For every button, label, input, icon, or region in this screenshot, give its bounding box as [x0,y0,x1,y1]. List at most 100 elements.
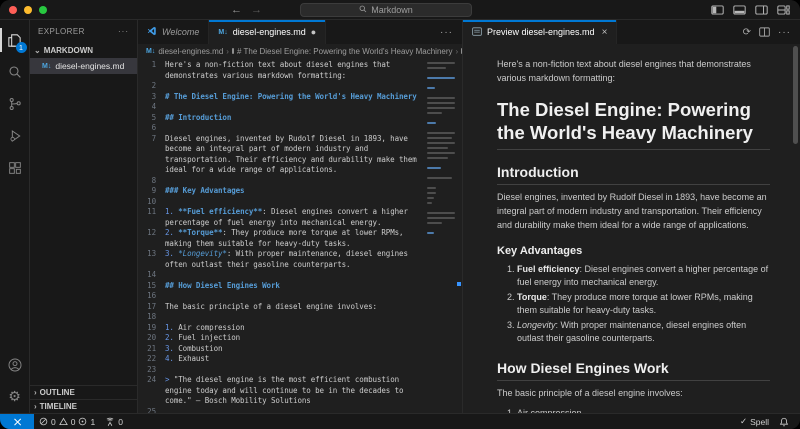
ports-indicator[interactable]: 0 [100,414,128,429]
close-tab-icon[interactable]: × [602,27,608,38]
editor-line[interactable]: 4 [138,102,426,113]
preview-h2: Introduction [497,164,770,185]
editor-line[interactable]: 23 [138,365,426,376]
customize-layout-icon[interactable] [777,5,790,15]
editor-line[interactable]: 25 [138,407,426,414]
editor-line[interactable]: 7Diesel engines, invented by Rudolf Dies… [138,134,426,176]
breadcrumb-symbol[interactable]: # The Diesel Engine: Powering the World'… [237,47,453,56]
line-text: > "The diesel engine is the most efficie… [165,375,426,407]
preview-scrollbar[interactable] [793,46,798,144]
folder-markdown[interactable]: ⌄ MARKDOWN [30,42,137,58]
editor-line[interactable]: 202. Fuel injection [138,333,426,344]
editor-line[interactable]: 10 [138,197,426,208]
symbol-icon [232,48,234,54]
line-text: 3. *Longevity*: With proper maintenance,… [165,249,426,270]
close-window-button[interactable] [9,6,17,14]
run-debug-icon[interactable] [0,120,30,152]
editor-line[interactable]: 14 [138,270,426,281]
refresh-preview-icon[interactable]: ⟳ [743,27,751,38]
vscode-logo-icon [147,26,157,38]
workbench: 1 ⚙ EXPLORER ··· [0,20,800,413]
line-number: 23 [138,365,165,376]
editor-line[interactable]: 18 [138,312,426,323]
editor-tab-bar: Welcome M↓ diesel-engines.md ● ··· [138,20,462,44]
editor-line[interactable]: 3# The Diesel Engine: Powering the World… [138,92,426,103]
file-item-label: diesel-engines.md [55,61,124,71]
editor-line[interactable]: 122. **Torque**: They produce more torqu… [138,228,426,249]
breadcrumb-separator: › [226,47,229,56]
layout-controls [711,0,790,20]
tab-diesel-engines[interactable]: M↓ diesel-engines.md ● [209,20,326,44]
editor-line[interactable]: 224. Exhaust [138,354,426,365]
markdown-preview-content: Here's a non-fiction text about diesel e… [463,44,800,413]
markdown-file-icon: M↓ [42,63,51,70]
tab-welcome[interactable]: Welcome [138,20,209,44]
line-text: # The Diesel Engine: Powering the World'… [165,92,426,103]
explorer-icon[interactable]: 1 [0,24,30,56]
notifications-bell[interactable] [774,414,794,429]
editor-text-area[interactable]: 1Here's a non-fiction text about diesel … [138,58,426,413]
editor-line[interactable]: 15## How Diesel Engines Work [138,281,426,292]
file-item-diesel-engines[interactable]: M↓ diesel-engines.md [30,58,137,74]
back-arrow-icon[interactable]: ← [231,4,242,16]
overview-ruler[interactable] [456,58,462,413]
editor-line[interactable]: 17The basic principle of a diesel engine… [138,302,426,313]
editor-line[interactable]: 133. *Longevity*: With proper maintenanc… [138,249,426,270]
line-text [165,81,426,92]
editor-line[interactable]: 213. Combustion [138,344,426,355]
sidebar-more-actions-icon[interactable]: ··· [118,27,129,36]
editor-line[interactable]: 24> "The diesel engine is the most effic… [138,375,426,407]
editor-line[interactable]: 16 [138,291,426,302]
editor-line[interactable]: 5## Introduction [138,113,426,124]
preview-list-item: Longevity: With proper maintenance, dies… [517,319,770,346]
editor-tab-actions: ··· [440,20,462,44]
accounts-icon[interactable] [0,349,30,381]
minimap[interactable] [426,58,456,413]
editor-line[interactable]: 1Here's a non-fiction text about diesel … [138,60,426,81]
line-number: 3 [138,92,165,103]
line-number: 11 [138,207,165,228]
extensions-icon[interactable] [0,152,30,184]
titlebar: ← → Markdown [0,0,800,20]
editor-line[interactable]: 9### Key Advantages [138,186,426,197]
toggle-sidebar-icon[interactable] [711,5,724,15]
breadcrumb-file[interactable]: diesel-engines.md [158,47,223,56]
line-text: 1. **Fuel efficiency**: Diesel engines c… [165,207,426,228]
line-text [165,407,426,414]
outline-section[interactable]: › OUTLINE [30,385,137,399]
toggle-secondary-sidebar-icon[interactable] [755,5,768,15]
editor-line[interactable]: 8 [138,176,426,187]
search-view-icon[interactable] [0,56,30,88]
zoom-window-button[interactable] [39,6,47,14]
more-actions-icon[interactable]: ··· [440,27,453,38]
folder-label: MARKDOWN [44,46,93,55]
info-count: 1 [90,417,95,427]
remote-indicator[interactable] [0,414,34,429]
settings-gear-icon[interactable]: ⚙ [0,381,30,413]
line-text [165,176,426,187]
editor-line[interactable]: 111. **Fuel efficiency**: Diesel engines… [138,207,426,228]
tab-preview-diesel-engines[interactable]: Preview diesel-engines.md × [463,20,617,44]
editor-line[interactable]: 6 [138,123,426,134]
editor-line[interactable]: 191. Air compression [138,323,426,334]
problems-indicator[interactable]: 0 0 1 [34,414,100,429]
minimize-window-button[interactable] [24,6,32,14]
split-editor-icon[interactable] [759,27,770,37]
outline-label: OUTLINE [40,388,75,397]
forward-arrow-icon[interactable]: → [251,4,262,16]
editor-line[interactable]: 2 [138,81,426,92]
sidebar-title: EXPLORER [38,27,85,36]
source-control-icon[interactable] [0,88,30,120]
unsaved-changes-dot-icon[interactable]: ● [311,27,316,37]
status-bar: 0 0 1 0 ✓ Spell [0,413,800,429]
line-number: 20 [138,333,165,344]
toggle-panel-icon[interactable] [733,5,746,15]
line-number: 6 [138,123,165,134]
chevron-right-icon: › [34,388,37,397]
command-center-search[interactable]: Markdown [300,3,472,17]
line-text: 1. Air compression [165,323,426,334]
timeline-section[interactable]: › TIMELINE [30,399,137,413]
more-actions-icon[interactable]: ··· [778,27,791,38]
spell-check-status[interactable]: ✓ Spell [735,414,774,429]
preview-tab-bar: Preview diesel-engines.md × ⟳ ··· [463,20,800,44]
